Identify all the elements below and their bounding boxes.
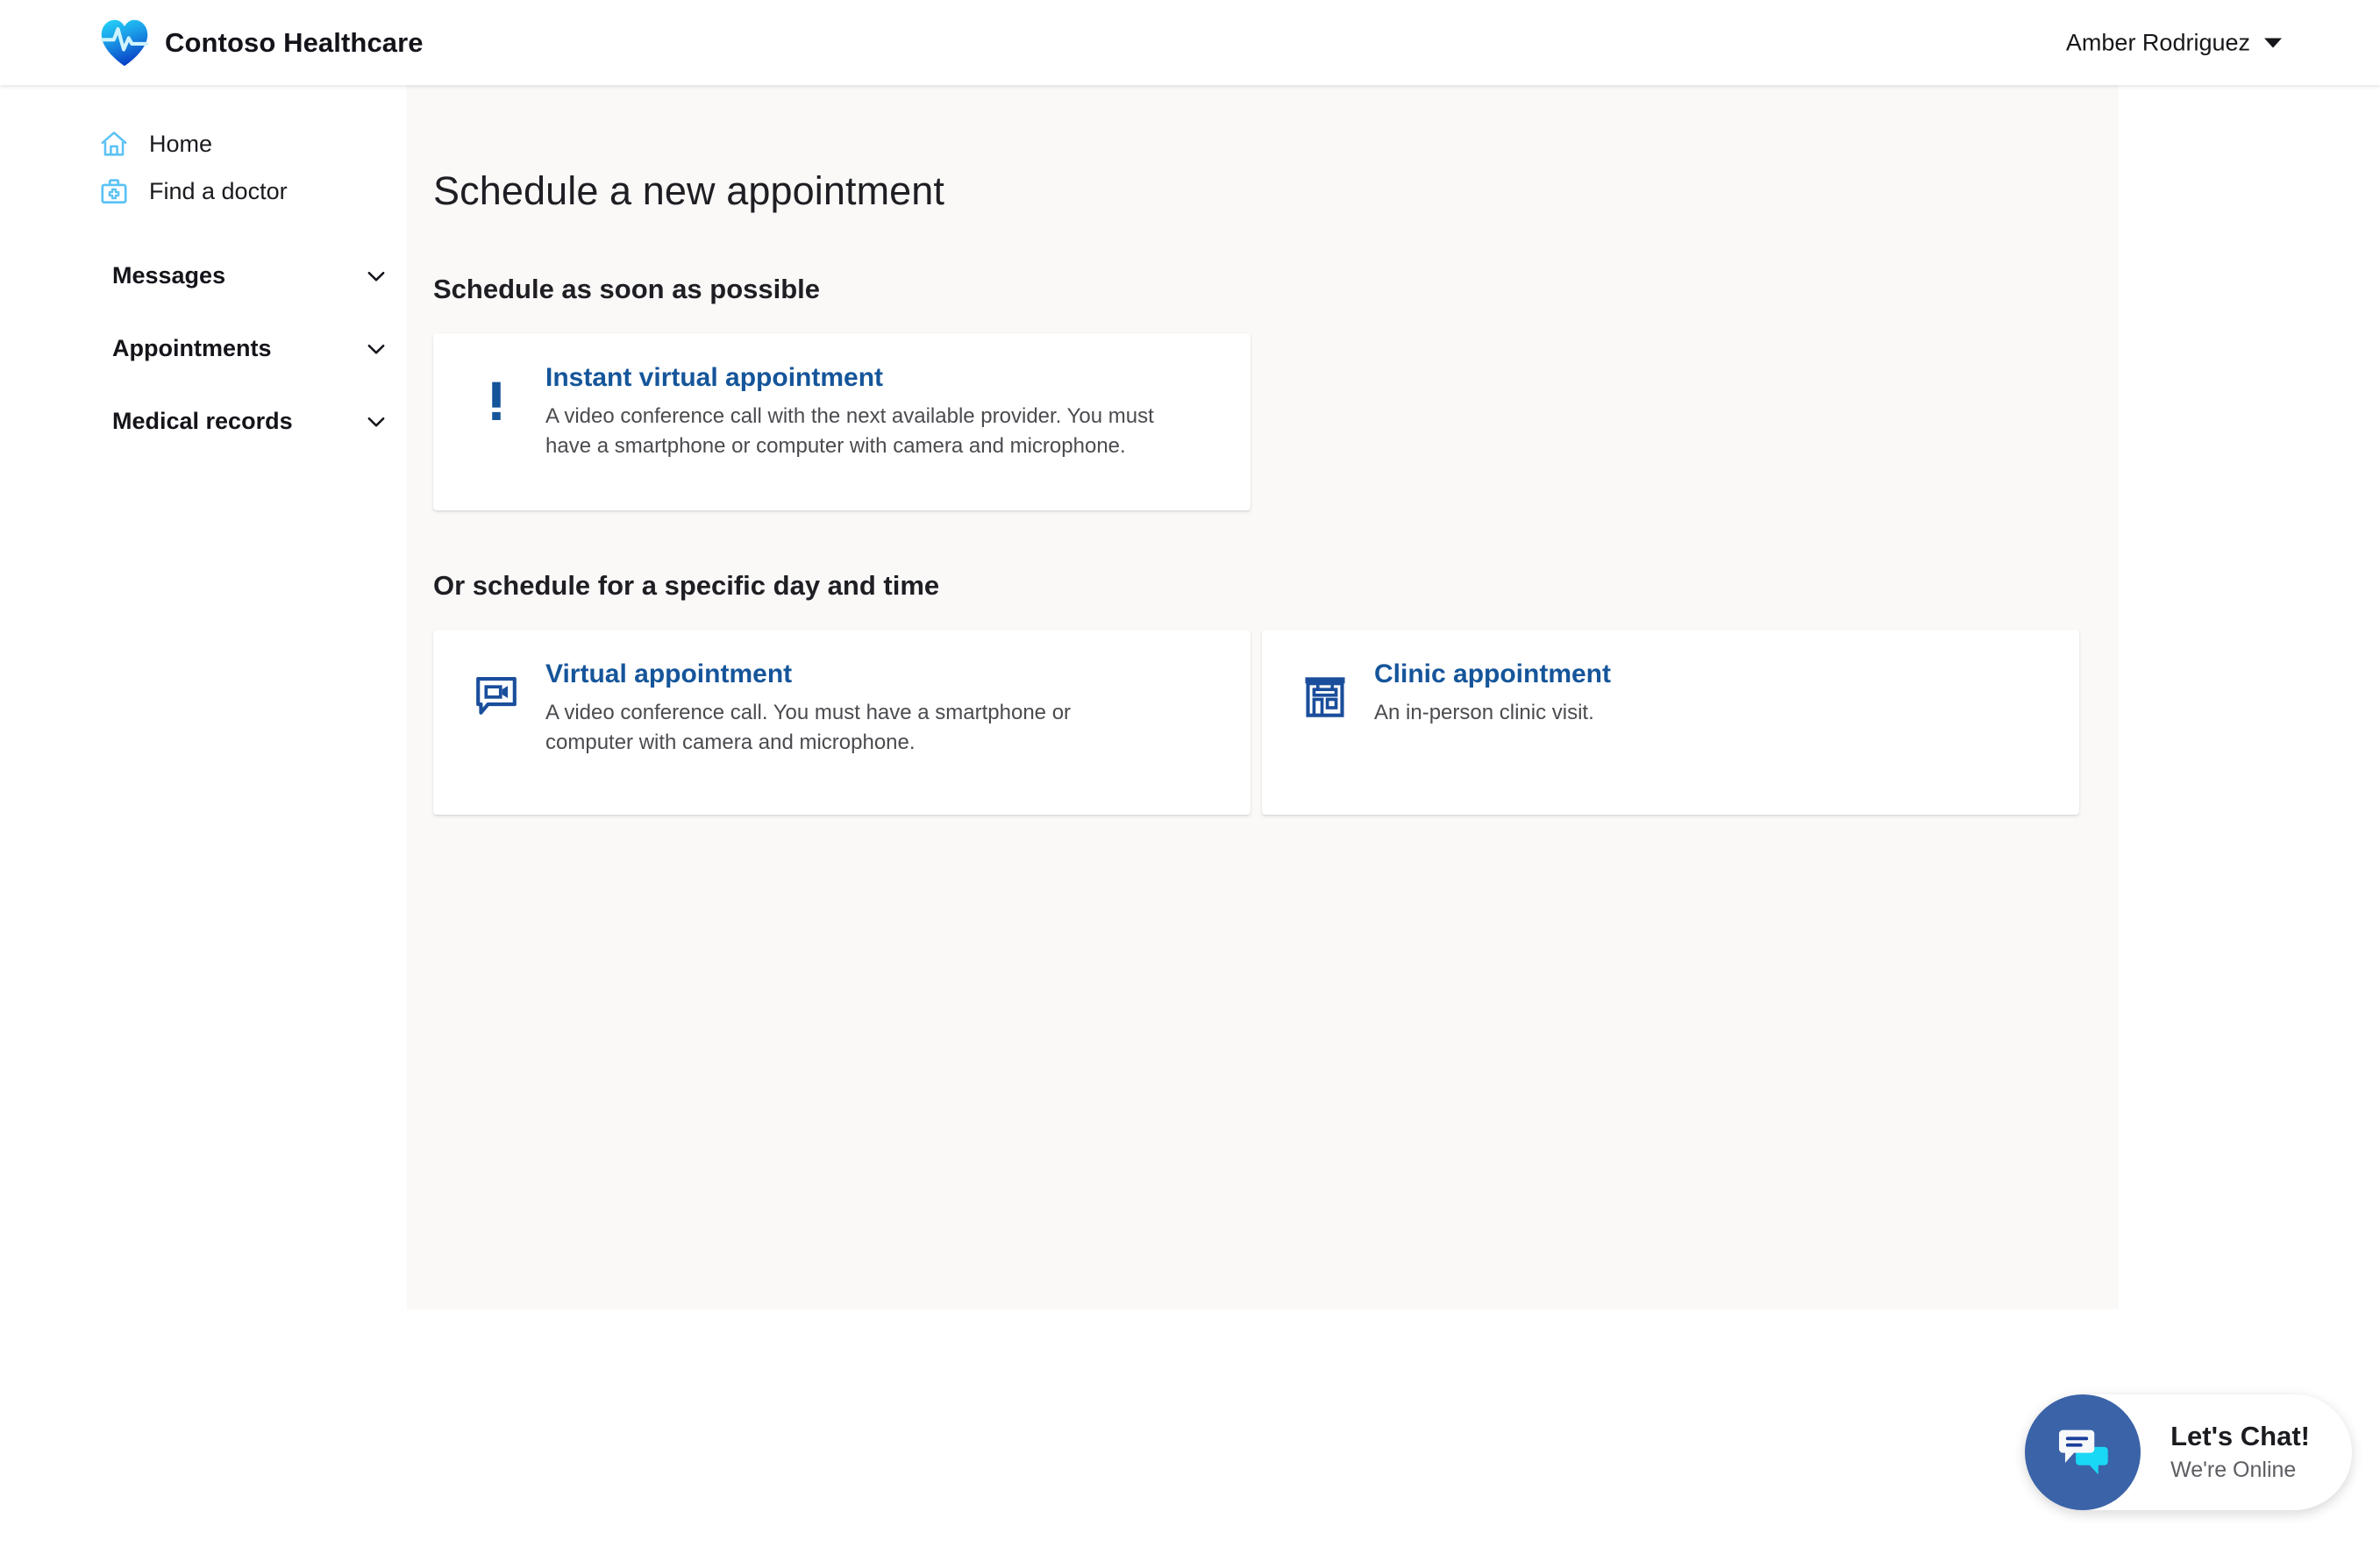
- card-row-asap: Instant virtual appointment A video conf…: [433, 333, 2119, 510]
- user-menu-button[interactable]: Amber Rodriguez: [2066, 29, 2282, 56]
- clinic-building-icon: [1302, 667, 1348, 717]
- sidebar-item-label: Find a doctor: [149, 177, 288, 204]
- card-row-specific-time: Virtual appointment A video conference c…: [433, 630, 2119, 815]
- brand-logo-link[interactable]: Contoso Healthcare: [98, 17, 424, 69]
- sidebar-section-label: Medical records: [112, 408, 293, 434]
- heart-pulse-logo: [98, 17, 151, 69]
- card-virtual-appointment[interactable]: Virtual appointment A video conference c…: [433, 630, 1251, 815]
- sidebar-item-home[interactable]: Home: [0, 120, 407, 168]
- chevron-down-icon: [363, 263, 389, 289]
- user-name-label: Amber Rodriguez: [2065, 29, 2250, 55]
- page-title: Schedule a new appointment: [433, 168, 945, 213]
- chat-title: Let's Chat!: [2170, 1420, 2310, 1451]
- card-description: An in-person clinic visit.: [1374, 700, 1594, 724]
- home-icon: [98, 128, 130, 160]
- sidebar-item-label: Home: [149, 130, 213, 157]
- app-header: Contoso Healthcare Amber Rodriguez: [0, 0, 2380, 85]
- card-clinic-appointment[interactable]: Clinic appointment An in-person clinic v…: [1262, 630, 2079, 815]
- card-title: Clinic appointment: [1374, 659, 1611, 688]
- medical-bag-icon: [98, 175, 130, 207]
- chat-widget-button[interactable]: Let's Chat! We're Online: [2025, 1394, 2352, 1510]
- video-chat-icon: [474, 667, 519, 715]
- chat-status: We're Online: [2170, 1457, 2297, 1482]
- chevron-down-icon: [2264, 38, 2282, 47]
- chevron-down-icon: [363, 409, 389, 435]
- sidebar-navigation: Home Find a doctor Messages Appointments: [0, 85, 407, 1547]
- sidebar-section-messages[interactable]: Messages: [112, 239, 393, 312]
- card-text-block: Clinic appointment An in-person clinic v…: [1374, 659, 2044, 728]
- card-title: Virtual appointment: [545, 659, 793, 688]
- section-heading-specific-time: Or schedule for a specific day and time: [433, 570, 940, 601]
- sidebar-section-medical-records[interactable]: Medical records: [112, 385, 393, 458]
- chat-bubbles-icon: [2025, 1394, 2141, 1510]
- chevron-down-icon: [363, 336, 389, 362]
- card-text-block: Instant virtual appointment A video conf…: [545, 363, 1215, 461]
- card-description: A video conference call with the next av…: [545, 403, 1154, 458]
- sidebar-section-label: Appointments: [112, 335, 272, 361]
- sidebar-section-label: Messages: [112, 262, 226, 289]
- section-heading-asap: Schedule as soon as possible: [433, 274, 821, 304]
- card-description: A video conference call. You must have a…: [545, 700, 1072, 754]
- exclamation-icon: [474, 370, 519, 420]
- chat-text-block: Let's Chat! We're Online: [2170, 1421, 2310, 1484]
- card-text-block: Virtual appointment A video conference c…: [545, 659, 1215, 758]
- card-instant-virtual-appointment[interactable]: Instant virtual appointment A video conf…: [433, 333, 1251, 510]
- brand-name: Contoso Healthcare: [165, 26, 424, 58]
- sidebar-item-find-a-doctor[interactable]: Find a doctor: [0, 168, 407, 215]
- main-content-panel: Schedule a new appointment Schedule as s…: [407, 85, 2119, 1309]
- card-title: Instant virtual appointment: [545, 363, 884, 392]
- sidebar-section-appointments[interactable]: Appointments: [112, 312, 393, 385]
